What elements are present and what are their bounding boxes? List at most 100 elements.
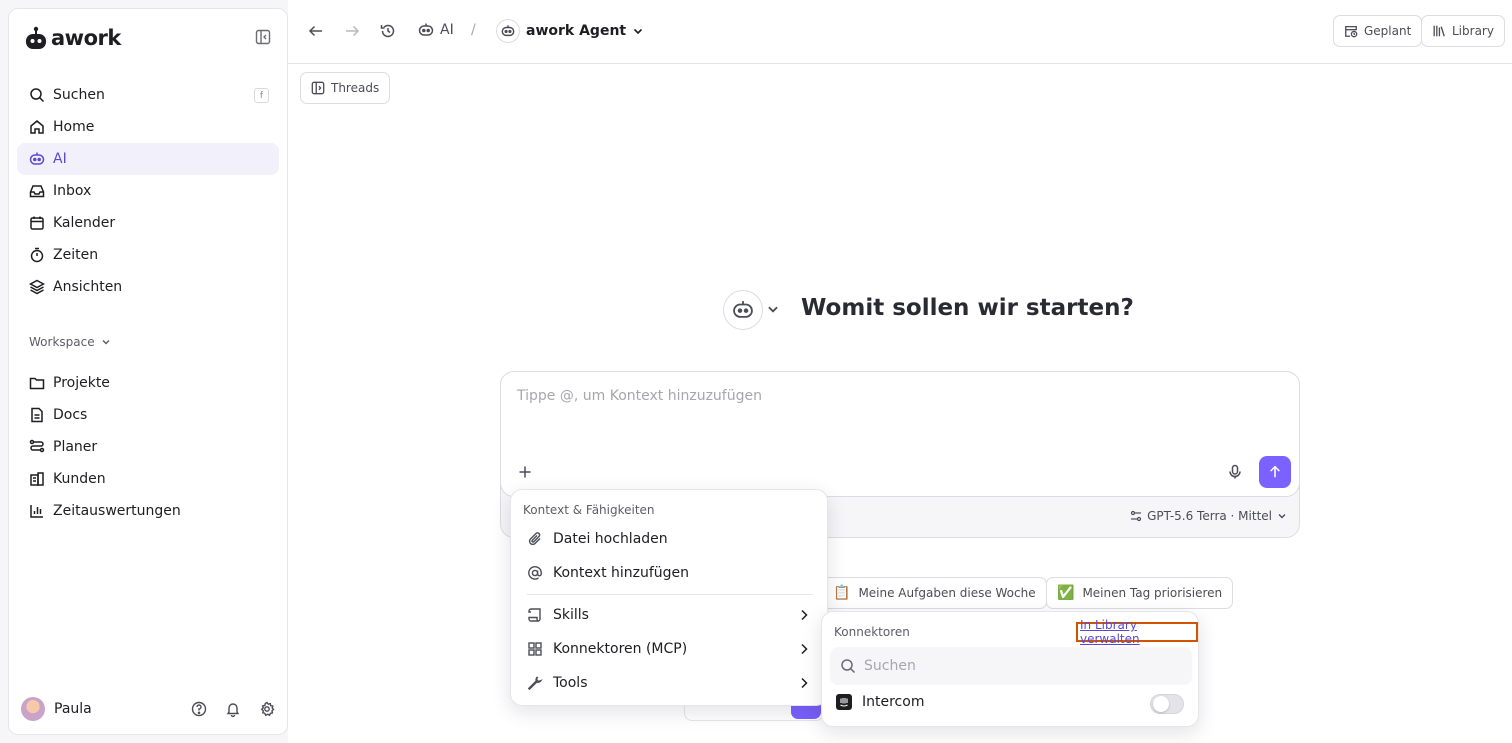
inbox-icon — [29, 183, 45, 199]
chevron-down-icon — [632, 25, 644, 37]
sidebar-item-inbox[interactable]: Inbox — [17, 175, 279, 207]
menu-item-connectors[interactable]: Konnektoren (MCP) — [519, 634, 821, 664]
sidebar-item-projects[interactable]: Projekte — [17, 367, 279, 399]
microphone-icon[interactable] — [1227, 464, 1243, 480]
sidebar-item-label: AI — [53, 151, 67, 167]
breadcrumb-ai[interactable]: AI — [418, 22, 454, 38]
suggestion-chip[interactable]: ✅ Meinen Tag priorisieren — [1046, 577, 1234, 609]
sidebar-item-planner[interactable]: Planer — [17, 431, 279, 463]
scheduled-button[interactable]: Geplant — [1333, 15, 1423, 47]
ai-bot-icon — [501, 24, 515, 38]
sidebar-item-views[interactable]: Ansichten — [17, 271, 279, 303]
layers-icon — [29, 279, 45, 295]
menu-divider — [527, 594, 813, 595]
awork-logo-icon — [25, 25, 47, 51]
agent-selector[interactable]: awork Agent — [496, 19, 644, 43]
chevron-down-icon — [1277, 511, 1287, 521]
awork-logo[interactable]: awork — [25, 25, 121, 51]
ai-bot-icon — [418, 22, 434, 38]
model-label: GPT-5.6 Terra · Mittel — [1147, 509, 1272, 523]
sidebar-item-label: Inbox — [53, 183, 92, 199]
chevron-right-icon — [797, 676, 811, 690]
sidebar-item-label: Zeiten — [53, 247, 99, 263]
sidebar-item-home[interactable]: Home — [17, 111, 279, 143]
sidebar-item-customers[interactable]: Kunden — [17, 463, 279, 495]
threads-label: Threads — [331, 81, 380, 95]
collapse-sidebar-icon[interactable] — [255, 29, 273, 47]
library-button[interactable]: Library — [1421, 15, 1505, 47]
composer-placeholder: Tippe @, um Kontext hinzuzufügen — [517, 388, 762, 404]
search-icon — [29, 87, 45, 103]
intercom-toggle[interactable] — [1150, 694, 1184, 714]
chevron-down-icon[interactable] — [766, 302, 780, 316]
gear-icon[interactable] — [259, 701, 275, 717]
user-profile[interactable]: Paula — [21, 697, 92, 721]
document-icon — [29, 407, 45, 423]
ai-bot-icon — [29, 151, 45, 167]
sidebar-item-label: Ansichten — [53, 279, 123, 295]
connectors-search-input[interactable]: Suchen — [830, 647, 1192, 685]
model-selector[interactable]: GPT-5.6 Terra · Mittel — [1130, 509, 1287, 523]
sidebar-item-label: Kunden — [53, 471, 106, 487]
shortcut-badge: f — [254, 88, 269, 103]
context-menu: Kontext & Fähigkeiten Datei hochladen Ko… — [510, 489, 828, 706]
menu-item-skills[interactable]: Skills — [519, 600, 821, 630]
calendar-clock-icon — [1344, 24, 1358, 38]
connector-item-intercom[interactable]: Intercom — [836, 694, 924, 710]
scroll-icon — [527, 607, 543, 623]
suggestion-chip[interactable]: 📋 Meine Aufgaben diese Woche — [822, 577, 1047, 609]
breadcrumb-separator: / — [471, 22, 476, 38]
suggestion-label: Meine Aufgaben diese Woche — [858, 586, 1036, 600]
sidebar-item-calendar[interactable]: Kalender — [17, 207, 279, 239]
history-icon[interactable] — [380, 23, 396, 39]
sidebar-item-times[interactable]: Zeiten — [17, 239, 279, 271]
topbar: AI / awork Agent Geplant Library — [288, 0, 1512, 64]
ai-bot-icon — [732, 299, 754, 321]
menu-header: Kontext & Fähigkeiten — [523, 503, 655, 517]
chevron-down-icon — [101, 337, 111, 347]
at-sign-icon — [527, 565, 543, 581]
library-icon — [1432, 24, 1446, 38]
menu-item-label: Tools — [553, 675, 588, 691]
sidebar-item-label: Zeitauswertungen — [53, 503, 181, 519]
agent-label: awork Agent — [526, 23, 627, 39]
suggestion-label: Meinen Tag priorisieren — [1082, 586, 1223, 600]
breadcrumb-label: AI — [440, 22, 454, 38]
menu-item-upload-file[interactable]: Datei hochladen — [519, 524, 821, 554]
agent-avatar — [496, 19, 520, 43]
send-button[interactable] — [1259, 456, 1291, 488]
blocks-icon — [527, 641, 543, 657]
sidebar-item-time-reports[interactable]: Zeitauswertungen — [17, 495, 279, 527]
manage-in-library-link[interactable]: In Library verwalten — [1076, 618, 1198, 646]
back-arrow-icon[interactable] — [308, 23, 324, 39]
logo-text: awork — [51, 26, 121, 50]
sidebar-item-search[interactable]: Suchen f — [17, 79, 279, 111]
sidebar: awork Suchen f Home AI Inbox Kalender Ze… — [8, 8, 288, 735]
workspace-header[interactable]: Workspace — [29, 335, 111, 349]
submenu-header: Konnektoren — [834, 625, 910, 639]
forward-arrow-icon[interactable] — [344, 23, 360, 39]
bell-icon[interactable] — [225, 701, 241, 717]
timer-icon — [29, 247, 45, 263]
arrow-up-icon — [1268, 465, 1282, 479]
search-placeholder: Suchen — [864, 658, 916, 674]
help-icon[interactable] — [191, 701, 207, 717]
calendar-icon — [29, 215, 45, 231]
sidebar-item-ai[interactable]: AI — [17, 143, 279, 175]
sidebar-item-label: Docs — [53, 407, 88, 423]
menu-item-tools[interactable]: Tools — [519, 668, 821, 698]
menu-item-add-context[interactable]: Kontext hinzufügen — [519, 558, 821, 588]
chevron-right-icon — [797, 608, 811, 622]
paperclip-icon — [527, 531, 543, 547]
check-mark-icon: ✅ — [1057, 585, 1075, 601]
intercom-icon — [836, 694, 852, 710]
plus-icon[interactable] — [517, 464, 533, 480]
user-name: Paula — [54, 701, 92, 717]
composer-input-area[interactable]: Tippe @, um Kontext hinzuzufügen — [500, 371, 1300, 497]
agent-avatar-large[interactable] — [723, 290, 763, 330]
sidebar-item-docs[interactable]: Docs — [17, 399, 279, 431]
toggle-knob — [1153, 696, 1169, 712]
threads-button[interactable]: Threads — [300, 72, 391, 104]
home-icon — [29, 119, 45, 135]
menu-item-label: Konnektoren (MCP) — [553, 641, 688, 657]
